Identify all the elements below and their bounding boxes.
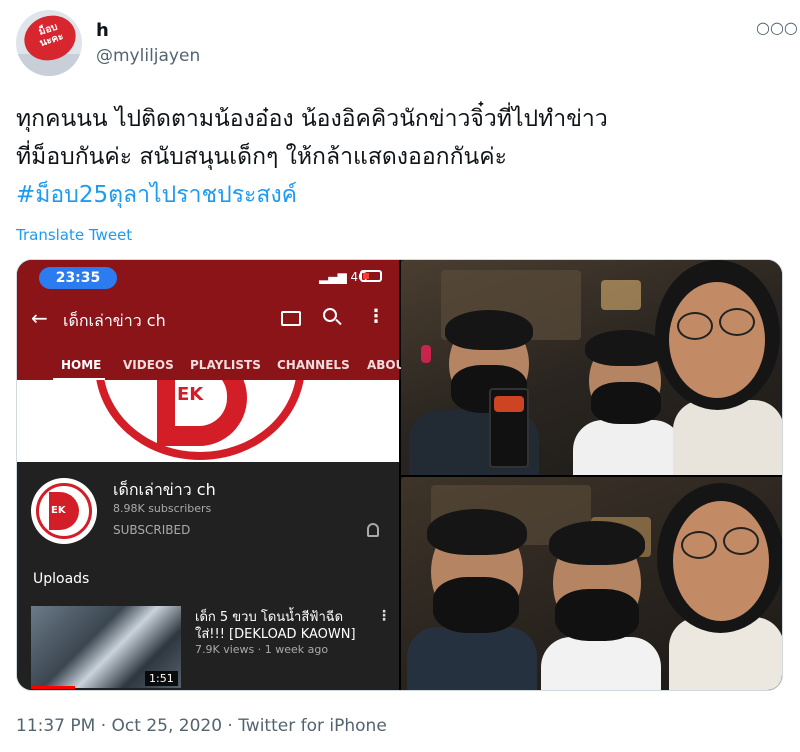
tweet-timestamp[interactable]: 11:37 PM · Oct 25, 2020 · Twitter for iP… bbox=[16, 716, 387, 736]
kid-hair bbox=[427, 509, 527, 555]
face-mask bbox=[433, 577, 519, 633]
kid-hair bbox=[445, 310, 533, 350]
hashtag-link[interactable]: #ม็อบ25ตุลาไปราชประสงค์ bbox=[16, 176, 786, 214]
status-bar: 23:35 ▂▄▆ 4G bbox=[17, 260, 399, 294]
tab-playlists: PLAYLISTS bbox=[190, 358, 261, 372]
translate-tweet-link[interactable]: Translate Tweet bbox=[16, 226, 132, 244]
video-meta: 7.9K views · 1 week ago bbox=[195, 643, 329, 656]
author-avatar[interactable]: ม็อบ นะคะ bbox=[16, 10, 82, 76]
held-phone-screen bbox=[494, 396, 524, 412]
photo-top[interactable] bbox=[401, 260, 782, 475]
channel-banner: EK bbox=[17, 380, 399, 462]
light-spot bbox=[421, 345, 431, 363]
glasses-right bbox=[719, 308, 755, 336]
glasses-right bbox=[723, 527, 759, 555]
kid-shirt bbox=[407, 627, 537, 690]
woman-face bbox=[669, 282, 765, 398]
channel-logo: EK bbox=[31, 478, 97, 544]
youtube-header: ← เด็กเล่าข่าว ch ⋮ HOME VIDEOS PLAYLIST… bbox=[17, 294, 405, 380]
photo-bottom[interactable] bbox=[401, 477, 782, 690]
video-title: เด็ก 5 ขวบ โดนน้ำสีฟ้าฉีด ใส่!!! [DEKLOA… bbox=[195, 610, 356, 642]
video-progress-bar bbox=[31, 686, 75, 689]
more-horizontal-icon[interactable]: ○○○ bbox=[756, 18, 798, 37]
glasses-left bbox=[677, 312, 713, 340]
tab-videos: VIDEOS bbox=[123, 358, 174, 372]
tab-home: HOME bbox=[61, 358, 102, 372]
tab-about: ABOU bbox=[367, 358, 406, 372]
logo-text: EK bbox=[51, 505, 66, 516]
tweet-media-grid[interactable]: 23:35 ▂▄▆ 4G ← เด็กเล่าข่าว ch ⋮ HOME VI… bbox=[16, 259, 783, 691]
woman-shirt bbox=[673, 400, 782, 475]
youtube-screenshot[interactable]: 23:35 ▂▄▆ 4G ← เด็กเล่าข่าว ch ⋮ HOME VI… bbox=[17, 260, 405, 690]
banner-logo-text: EK bbox=[177, 384, 204, 405]
kid-shirt bbox=[573, 420, 683, 475]
kid-shirt bbox=[541, 637, 661, 690]
author-handle[interactable]: @myliljayen bbox=[96, 46, 200, 66]
woman-face bbox=[673, 501, 769, 621]
author-name[interactable]: h bbox=[96, 20, 109, 41]
search-icon bbox=[323, 308, 337, 322]
glasses-left bbox=[681, 531, 717, 559]
channel-name: เด็กเล่าข่าว ch bbox=[113, 480, 216, 499]
kid-hair bbox=[585, 330, 665, 366]
cast-icon bbox=[281, 311, 301, 326]
tweet-line-1: ทุกคนนน ไปติดตามน้องอ๋อง น้องอิคคิวนักข่… bbox=[16, 106, 608, 132]
subscribed-label: SUBSCRIBED bbox=[113, 523, 191, 537]
battery-icon bbox=[360, 270, 382, 282]
tab-channels: CHANNELS bbox=[277, 358, 350, 372]
video-duration: 1:51 bbox=[145, 671, 178, 686]
tweet-line-2: ที่ม็อบกันค่ะ สนับสนุนเด็กๆ ให้กล้าแสดงอ… bbox=[16, 144, 507, 170]
face-mask bbox=[591, 382, 661, 424]
kid-hair bbox=[549, 521, 645, 565]
light-spot bbox=[601, 280, 641, 310]
status-time: 23:35 bbox=[39, 267, 117, 289]
video-menu-icon: ⋮ bbox=[377, 608, 391, 624]
subscriber-count: 8.98K subscribers bbox=[113, 502, 212, 515]
channel-tabs: HOME VIDEOS PLAYLISTS CHANNELS ABOU bbox=[17, 350, 405, 380]
face-mask bbox=[555, 589, 639, 641]
uploads-heading: Uploads bbox=[33, 571, 90, 587]
tweet-text: ทุกคนนน ไปติดตามน้องอ๋อง น้องอิคคิวนักข่… bbox=[16, 100, 786, 214]
back-arrow-icon: ← bbox=[31, 306, 48, 330]
bell-icon bbox=[367, 523, 379, 537]
kebab-menu-icon: ⋮ bbox=[367, 306, 385, 327]
header-channel-title: เด็กเล่าข่าว ch bbox=[63, 311, 166, 330]
